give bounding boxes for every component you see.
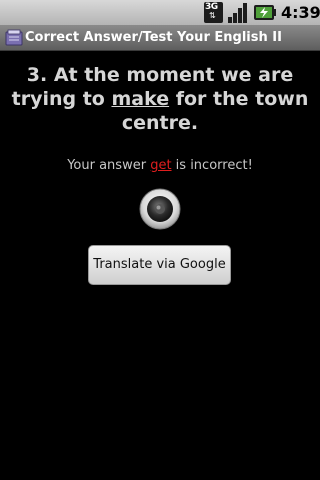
title-bar: Correct Answer/Test Your English II [0, 25, 320, 51]
signal-strength-icon [228, 3, 247, 23]
data-arrows-icon: ⇅ [209, 11, 216, 20]
question-text: 3. At the moment we are trying to make f… [10, 63, 310, 135]
answer-prefix: Your answer [67, 158, 151, 173]
translate-button[interactable]: Translate via Google [88, 245, 231, 285]
speaker-icon[interactable] [139, 188, 181, 230]
answer-feedback: Your answer get is incorrect! [10, 157, 310, 175]
question-underlined-word: make [111, 88, 170, 110]
status-bar: 3G ⇅ 4:39 [0, 0, 320, 25]
given-answer: get [150, 158, 172, 173]
answer-suffix: is incorrect! [171, 158, 253, 173]
clock: 4:39 [281, 3, 320, 22]
app-notebook-icon [5, 29, 23, 46]
window-title: Correct Answer/Test Your English II [25, 30, 282, 45]
3g-data-icon: 3G ⇅ [204, 2, 223, 23]
screen: 3G ⇅ 4:39 Correct Answer/Test Your Engli… [0, 0, 320, 480]
battery-charging-icon [254, 5, 276, 20]
